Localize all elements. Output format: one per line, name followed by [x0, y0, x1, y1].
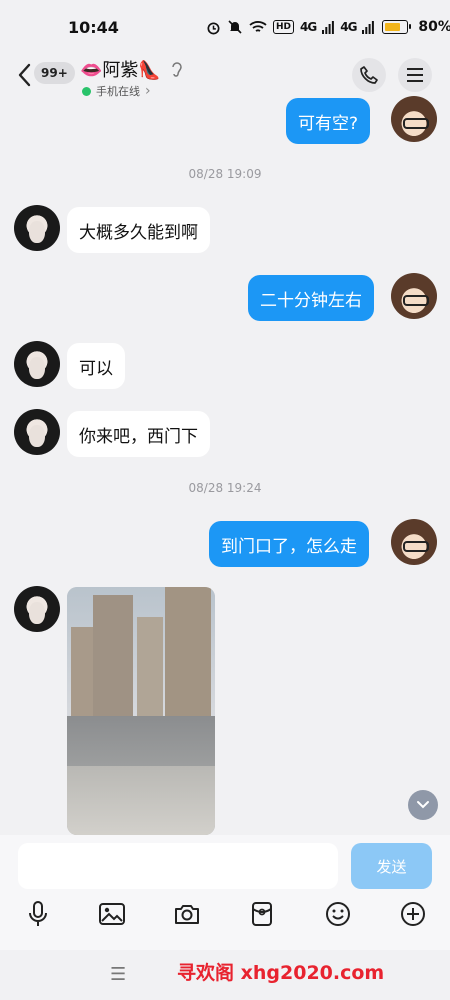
photo-building	[71, 627, 93, 724]
message-bubble-incoming[interactable]: 大概多久能到啊	[67, 207, 210, 253]
camera-button[interactable]	[172, 899, 202, 929]
hd-badge: HD	[273, 20, 295, 34]
nav-menu-icon[interactable]: ☰	[110, 964, 126, 985]
online-status[interactable]: 手机在线 ›	[82, 83, 151, 99]
scroll-to-bottom-button[interactable]	[408, 790, 438, 820]
my-avatar[interactable]	[391, 519, 437, 565]
photo-building	[93, 595, 133, 724]
chevron-right-icon: ›	[145, 83, 151, 99]
battery-icon	[382, 20, 412, 34]
photo-message[interactable]	[67, 587, 215, 835]
alarm-icon	[207, 21, 220, 34]
message-bubble-outgoing[interactable]: 二十分钟左右	[248, 275, 374, 321]
photo-building	[165, 587, 211, 724]
voice-call-button[interactable]	[352, 58, 386, 92]
message-bubble-incoming[interactable]: 你来吧，西门下	[67, 411, 210, 457]
mute-bell-icon	[228, 20, 242, 34]
online-dot-icon	[82, 86, 91, 96]
camera-icon	[175, 905, 199, 924]
chat-header: 99+ 👄阿紫👠 手机在线 ›	[0, 56, 450, 100]
signal-2-icon: 4G	[340, 20, 357, 34]
contact-name[interactable]: 👄阿紫👠	[80, 56, 161, 82]
input-bar: 发送	[0, 835, 450, 950]
signal-bars-2-icon	[362, 20, 375, 34]
contact-avatar[interactable]	[14, 409, 60, 455]
emoji-button[interactable]	[323, 899, 353, 929]
my-avatar[interactable]	[391, 96, 437, 142]
plus-icon	[401, 902, 425, 926]
contact-avatar[interactable]	[14, 586, 60, 632]
watermark-text: 寻欢阁 xhg2020.com	[177, 962, 385, 984]
emoji-icon	[326, 902, 350, 926]
photo-road	[67, 765, 215, 835]
online-status-text: 手机在线	[96, 85, 140, 98]
signal-1-icon: 4G	[300, 20, 317, 34]
message-bubble-outgoing[interactable]: 可有空?	[286, 98, 371, 144]
signal-bars-1-icon	[322, 20, 335, 34]
ear-icon	[172, 62, 182, 77]
hamburger-menu-icon	[407, 68, 423, 82]
message-input[interactable]	[18, 843, 338, 889]
contact-avatar[interactable]	[14, 341, 60, 387]
image-icon	[99, 903, 125, 925]
wifi-icon	[249, 21, 267, 32]
image-button[interactable]	[97, 899, 127, 929]
chat-menu-button[interactable]	[398, 58, 432, 92]
red-packet-icon	[252, 902, 272, 926]
battery-percent: 80%	[418, 19, 450, 35]
photo-building	[137, 617, 163, 724]
battery-fill	[385, 23, 401, 31]
message-timestamp: 08/28 19:09	[188, 167, 262, 181]
message-bubble-outgoing[interactable]: 到门口了，怎么走	[209, 521, 369, 567]
red-packet-button[interactable]	[247, 899, 277, 929]
more-options-button[interactable]	[398, 899, 428, 929]
status-time: 10:44	[68, 18, 119, 37]
contact-avatar[interactable]	[14, 205, 60, 251]
send-button[interactable]: 发送	[351, 843, 432, 889]
message-bubble-incoming[interactable]: 可以	[67, 343, 125, 389]
status-icons: HD 4G 4G 80%	[206, 19, 450, 35]
status-bar: 10:44 HD 4G 4G 80%	[0, 0, 450, 56]
microphone-button[interactable]	[23, 899, 53, 929]
back-arrow-icon[interactable]	[14, 60, 36, 90]
chevron-down-icon	[417, 801, 429, 809]
phone-icon	[360, 66, 378, 84]
message-timestamp: 08/28 19:24	[188, 481, 262, 495]
microphone-icon	[29, 901, 47, 926]
unread-count-badge[interactable]: 99+	[34, 62, 75, 84]
my-avatar[interactable]	[391, 273, 437, 319]
